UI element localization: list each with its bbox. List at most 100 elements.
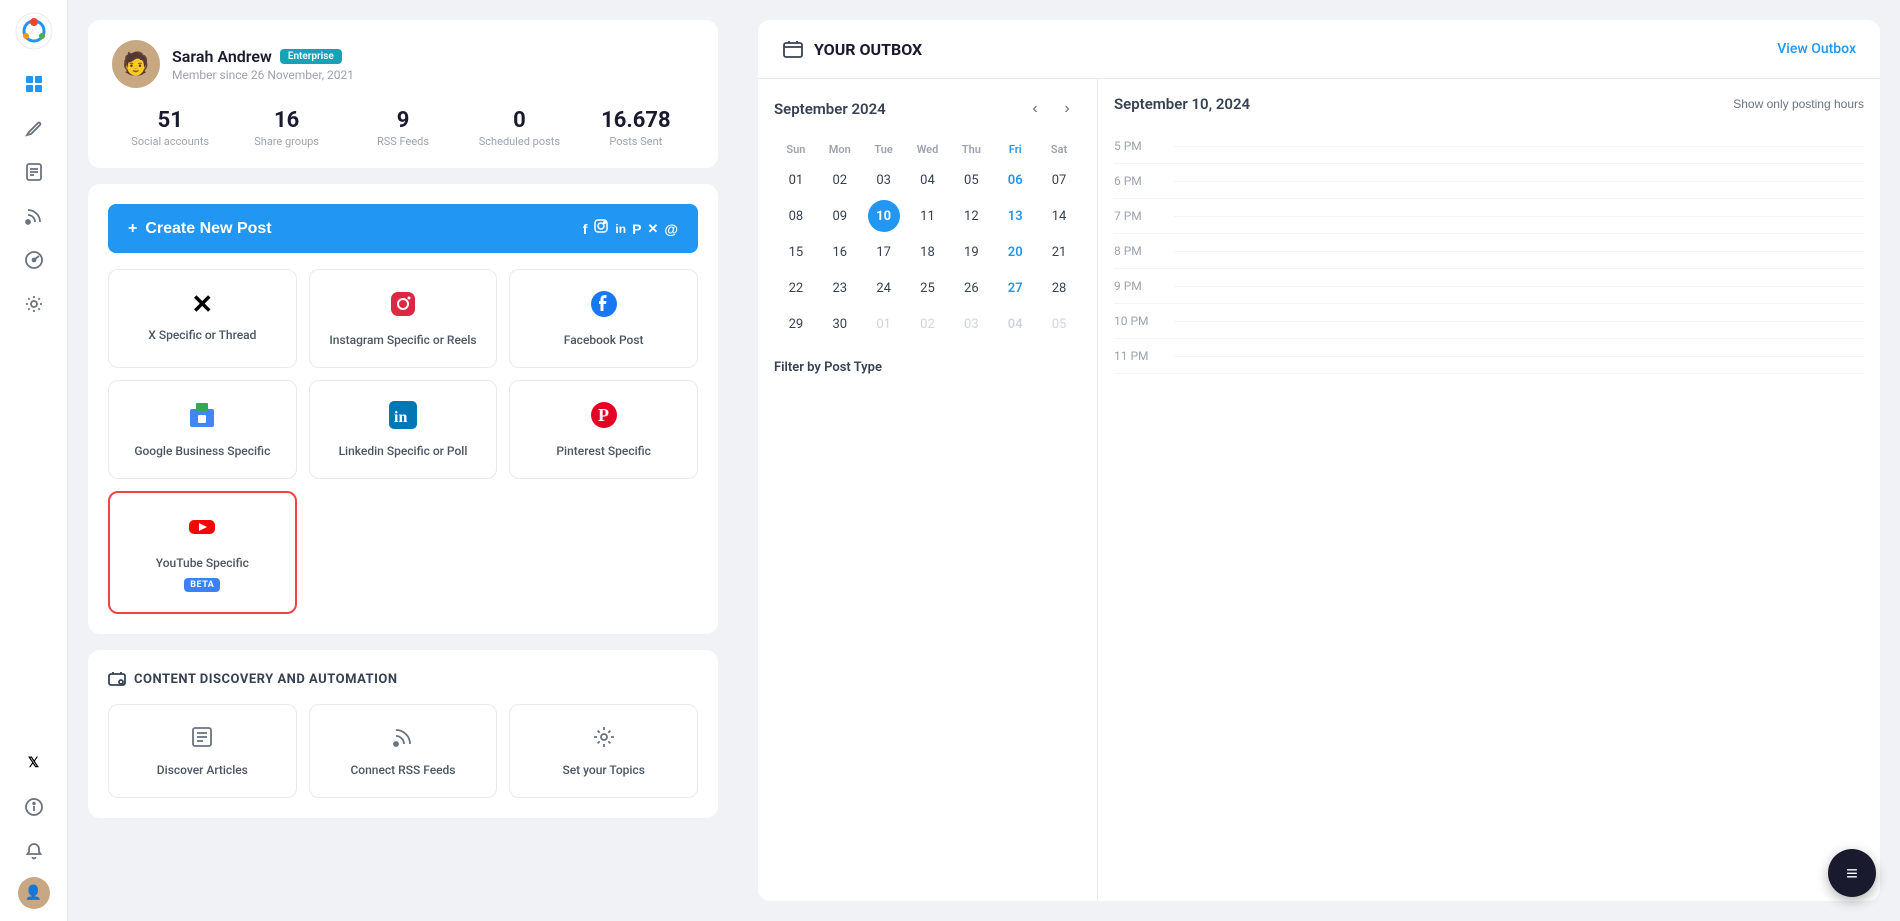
sidebar-item-notes[interactable] xyxy=(16,154,52,190)
sidebar-item-notifications[interactable] xyxy=(16,833,52,869)
post-type-facebook[interactable]: Facebook Post xyxy=(509,269,698,368)
cal-day-oct-02[interactable]: 02 xyxy=(911,308,943,340)
pinterest-icon: P xyxy=(590,401,618,436)
time-line-8pm xyxy=(1174,251,1864,252)
cal-day-oct-04[interactable]: 04 xyxy=(999,308,1031,340)
cal-day-name-mon: Mon xyxy=(818,139,862,160)
calendar-next-button[interactable]: › xyxy=(1053,95,1081,123)
cal-day-12[interactable]: 12 xyxy=(955,200,987,232)
cal-day-name-sat: Sat xyxy=(1037,139,1081,160)
cal-day-21[interactable]: 21 xyxy=(1043,236,1075,268)
cal-day-04[interactable]: 04 xyxy=(911,164,943,196)
sidebar-item-dashboard[interactable] xyxy=(16,66,52,102)
cal-day-26[interactable]: 26 xyxy=(955,272,987,304)
discovery-icon xyxy=(108,670,126,688)
post-type-instagram-reels[interactable]: Instagram Specific or Reels xyxy=(309,269,498,368)
cal-day-oct-03[interactable]: 03 xyxy=(955,308,987,340)
outbox-container: YOUR OUTBOX View Outbox September 2024 ‹… xyxy=(758,20,1880,901)
cal-day-19[interactable]: 19 xyxy=(955,236,987,268)
sidebar-item-twitter[interactable]: 𝕏 xyxy=(16,745,52,781)
twitter-x-icon-btn: ✕ xyxy=(647,221,658,237)
cal-day-05[interactable]: 05 xyxy=(955,164,987,196)
outbox-title: YOUR OUTBOX xyxy=(782,38,922,60)
cal-day-15[interactable]: 15 xyxy=(780,236,812,268)
right-panel: YOUR OUTBOX View Outbox September 2024 ‹… xyxy=(738,0,1900,921)
cal-day-oct-01[interactable]: 01 xyxy=(868,308,900,340)
sidebar-item-analytics[interactable] xyxy=(16,242,52,278)
cal-day-08[interactable]: 08 xyxy=(780,200,812,232)
cal-day-07[interactable]: 07 xyxy=(1043,164,1075,196)
cal-day-18[interactable]: 18 xyxy=(911,236,943,268)
connect-rss-card[interactable]: Connect RSS Feeds xyxy=(309,704,498,798)
cal-day-30[interactable]: 30 xyxy=(824,308,856,340)
linkedin-label: Linkedin Specific or Poll xyxy=(339,444,468,458)
stat-number-posts: 16.678 xyxy=(578,108,694,133)
cal-day-11[interactable]: 11 xyxy=(911,200,943,232)
time-label-8pm: 8 PM xyxy=(1114,244,1174,258)
cal-day-01[interactable]: 01 xyxy=(780,164,812,196)
cal-day-23[interactable]: 23 xyxy=(824,272,856,304)
sidebar-item-settings[interactable] xyxy=(16,286,52,322)
main-content: 🧑 Sarah Andrew Enterprise Member since 2… xyxy=(68,0,1900,921)
app-logo[interactable] xyxy=(15,12,53,50)
show-posting-hours-button[interactable]: Show only posting hours xyxy=(1733,97,1864,111)
cal-week-1: 01 02 03 04 05 06 07 xyxy=(774,164,1081,196)
user-avatar[interactable]: 👤 xyxy=(18,877,50,909)
cal-day-14[interactable]: 14 xyxy=(1043,200,1075,232)
post-type-google-business[interactable]: Google Business Specific xyxy=(108,380,297,479)
time-line-5pm xyxy=(1174,146,1864,147)
filter-title: Filter by Post Type xyxy=(774,360,882,375)
time-line-6pm xyxy=(1174,181,1864,182)
outbox-header: YOUR OUTBOX View Outbox xyxy=(758,20,1880,79)
discovery-section: CONTENT DISCOVERY AND AUTOMATION Discove… xyxy=(88,650,718,818)
discover-articles-card[interactable]: Discover Articles xyxy=(108,704,297,798)
cal-day-10[interactable]: 10 xyxy=(868,200,900,232)
calendar-nav: September 2024 ‹ › xyxy=(774,95,1081,123)
cal-day-20[interactable]: 20 xyxy=(999,236,1031,268)
beta-badge: BETA xyxy=(184,578,220,592)
facebook-icon xyxy=(590,290,618,325)
view-outbox-link[interactable]: View Outbox xyxy=(1777,41,1856,57)
sidebar-item-info[interactable] xyxy=(16,789,52,825)
set-topics-card[interactable]: Set your Topics xyxy=(509,704,698,798)
calendar-header-row: Sun Mon Tue Wed Thu Fri Sat xyxy=(774,139,1081,160)
cal-day-oct-05[interactable]: 05 xyxy=(1043,308,1075,340)
time-label-10pm: 10 PM xyxy=(1114,314,1174,328)
post-type-pinterest[interactable]: P Pinterest Specific xyxy=(509,380,698,479)
cal-week-3: 15 16 17 18 19 20 21 xyxy=(774,236,1081,268)
cal-day-17[interactable]: 17 xyxy=(868,236,900,268)
youtube-label: YouTube Specific xyxy=(156,556,249,570)
cal-day-24[interactable]: 24 xyxy=(868,272,900,304)
post-type-x-thread[interactable]: ✕ X Specific or Thread xyxy=(108,269,297,368)
create-new-post-button[interactable]: + Create New Post f in P ✕ @ xyxy=(108,204,698,253)
x-icon: ✕ xyxy=(191,290,213,320)
calendar-prev-button[interactable]: ‹ xyxy=(1021,95,1049,123)
cal-day-06[interactable]: 06 xyxy=(999,164,1031,196)
cal-day-13[interactable]: 13 xyxy=(999,200,1031,232)
cal-day-03[interactable]: 03 xyxy=(868,164,900,196)
time-label-11pm: 11 PM xyxy=(1114,349,1174,363)
cal-day-22[interactable]: 22 xyxy=(780,272,812,304)
create-post-section: + Create New Post f in P ✕ @ xyxy=(88,184,718,634)
chat-fab-button[interactable]: ≡ xyxy=(1828,849,1876,897)
cal-day-28[interactable]: 28 xyxy=(1043,272,1075,304)
post-type-linkedin[interactable]: in Linkedin Specific or Poll xyxy=(309,380,498,479)
cal-week-5: 29 30 01 02 03 04 05 xyxy=(774,308,1081,340)
time-slot-9pm: 9 PM xyxy=(1114,269,1864,304)
outbox-icon xyxy=(782,38,804,60)
outbox-body: September 2024 ‹ › Sun Mon Tue Wed Thu xyxy=(758,79,1880,901)
post-type-youtube[interactable]: YouTube Specific BETA xyxy=(108,491,297,614)
sidebar-item-rss[interactable] xyxy=(16,198,52,234)
cal-day-09[interactable]: 09 xyxy=(824,200,856,232)
create-btn-label: Create New Post xyxy=(145,220,271,238)
profile-since: Member since 26 November, 2021 xyxy=(172,68,354,82)
cal-day-16[interactable]: 16 xyxy=(824,236,856,268)
discover-articles-label: Discover Articles xyxy=(157,763,248,777)
cal-day-25[interactable]: 25 xyxy=(911,272,943,304)
cal-day-29[interactable]: 29 xyxy=(780,308,812,340)
sidebar-item-compose[interactable] xyxy=(16,110,52,146)
cal-day-02[interactable]: 02 xyxy=(824,164,856,196)
discovery-grid: Discover Articles Connect RSS Feeds xyxy=(108,704,698,798)
cal-day-27[interactable]: 27 xyxy=(999,272,1031,304)
profile-header: 🧑 Sarah Andrew Enterprise Member since 2… xyxy=(112,40,694,88)
